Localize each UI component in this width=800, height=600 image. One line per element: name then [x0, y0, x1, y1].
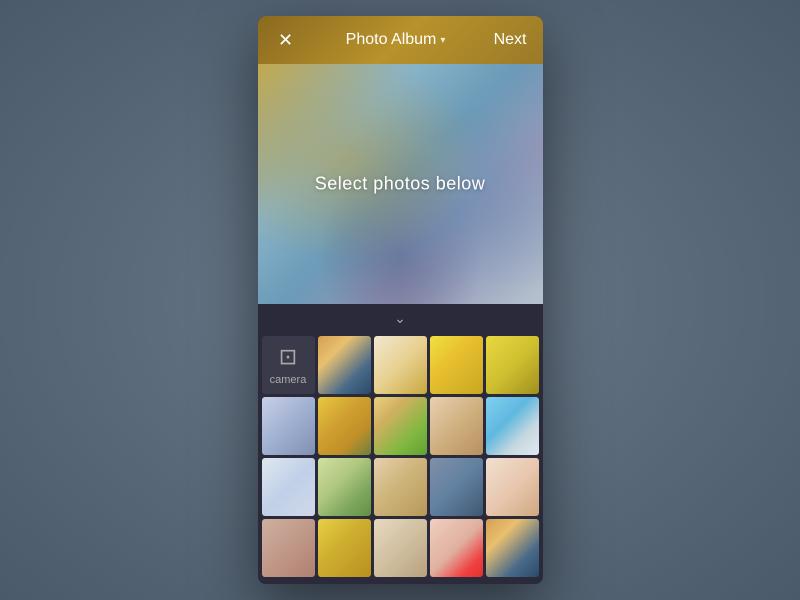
- photo-thumbnail[interactable]: [430, 458, 483, 516]
- photo-thumbnail[interactable]: [486, 519, 539, 577]
- collapse-icon[interactable]: ⌄: [394, 310, 406, 327]
- dropdown-icon[interactable]: ▾: [440, 35, 445, 46]
- photo-thumbnail[interactable]: [318, 336, 371, 394]
- photo-thumbnail[interactable]: [486, 458, 539, 516]
- photo-thumbnail[interactable]: [430, 519, 483, 577]
- photo-row-1: ⊡ camera: [262, 336, 539, 394]
- photo-thumbnail[interactable]: [374, 458, 427, 516]
- photo-thumbnail[interactable]: [262, 397, 315, 455]
- photo-thumbnail[interactable]: [486, 397, 539, 455]
- photo-row-4: [262, 519, 539, 577]
- photo-thumbnail[interactable]: [318, 458, 371, 516]
- phone-container: ✕ Photo Album ▾ Next Select photos below…: [258, 16, 543, 584]
- photo-thumbnail[interactable]: [262, 458, 315, 516]
- photo-thumbnail[interactable]: [318, 519, 371, 577]
- divider-row: ⌄: [258, 304, 543, 332]
- camera-label: camera: [270, 374, 307, 386]
- preview-area: Select photos below: [258, 64, 543, 304]
- photo-thumbnail[interactable]: [262, 519, 315, 577]
- camera-icon: ⊡: [279, 344, 297, 370]
- close-button[interactable]: ✕: [274, 30, 298, 51]
- photo-thumbnail[interactable]: [318, 397, 371, 455]
- photo-row-2: [262, 397, 539, 455]
- photo-thumbnail[interactable]: [374, 397, 427, 455]
- header-title-group: Photo Album ▾: [346, 31, 446, 49]
- photo-thumbnail[interactable]: [374, 519, 427, 577]
- photo-row-3: [262, 458, 539, 516]
- header: ✕ Photo Album ▾ Next: [258, 16, 543, 64]
- photo-thumbnail[interactable]: [374, 336, 427, 394]
- header-title: Photo Album: [346, 31, 437, 49]
- photo-grid-area: ⊡ camera: [258, 332, 543, 584]
- next-button[interactable]: Next: [494, 31, 527, 49]
- photo-thumbnail[interactable]: [486, 336, 539, 394]
- preview-placeholder-text: Select photos below: [315, 174, 486, 195]
- camera-button[interactable]: ⊡ camera: [262, 336, 315, 394]
- photo-thumbnail[interactable]: [430, 336, 483, 394]
- photo-thumbnail[interactable]: [430, 397, 483, 455]
